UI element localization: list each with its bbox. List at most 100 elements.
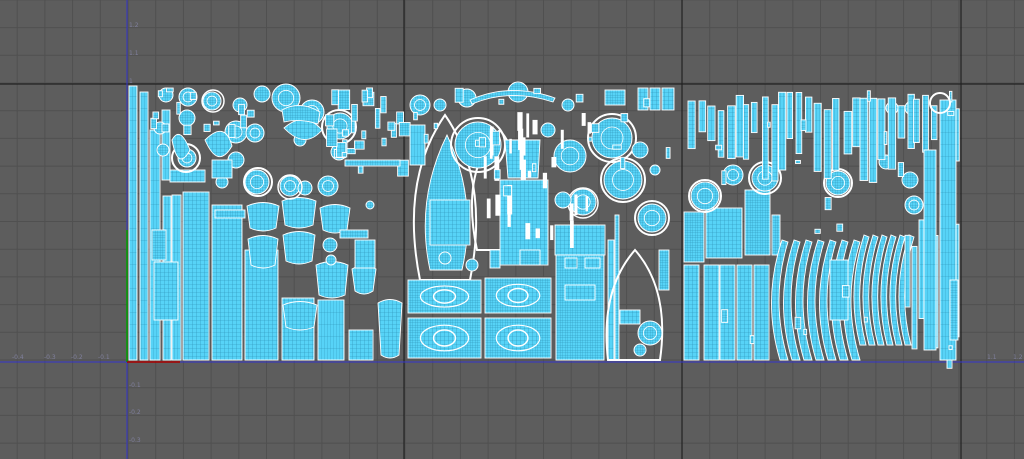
uv-shell[interactable] [203, 123, 211, 132]
uv-shell[interactable] [859, 97, 869, 181]
uv-shell[interactable] [531, 163, 537, 173]
uv-shell[interactable] [575, 93, 584, 103]
uv-shell[interactable] [744, 189, 771, 256]
uv-shell[interactable] [620, 156, 626, 170]
uv-shell[interactable] [503, 185, 512, 197]
uv-shell[interactable] [569, 203, 574, 221]
uv-shell[interactable] [658, 249, 670, 291]
uv-shell[interactable] [555, 254, 605, 361]
uv-shell[interactable] [753, 264, 770, 361]
uv-shell[interactable] [564, 257, 578, 269]
uv-shell[interactable] [721, 170, 727, 186]
uv-shell[interactable] [683, 264, 700, 361]
uv-shell[interactable] [527, 170, 532, 178]
uv-shell[interactable] [590, 123, 600, 133]
uv-shell[interactable] [345, 148, 356, 155]
uv-shell[interactable] [438, 251, 452, 265]
uv-shell[interactable] [574, 194, 578, 216]
uv-shell[interactable] [707, 105, 716, 142]
uv-shell[interactable] [533, 87, 541, 94]
uv-shell[interactable] [866, 90, 871, 102]
uv-shell-edge[interactable] [419, 285, 470, 308]
uv-shell[interactable] [762, 96, 769, 180]
uv-shell[interactable] [279, 175, 301, 197]
uv-shell[interactable] [947, 111, 955, 116]
uv-shell[interactable] [554, 224, 606, 256]
uv-shell[interactable] [491, 130, 500, 146]
uv-shell[interactable] [182, 191, 210, 361]
uv-shell[interactable] [690, 181, 720, 211]
uv-shell[interactable] [786, 91, 794, 140]
uv-shell[interactable] [240, 114, 247, 129]
uv-shell[interactable] [585, 196, 588, 212]
uv-shell[interactable] [824, 197, 832, 211]
uv-shell[interactable] [423, 133, 429, 144]
uv-shell[interactable] [322, 237, 338, 253]
uv-shell[interactable] [317, 175, 339, 197]
uv-shell[interactable] [381, 137, 387, 147]
uv-shell[interactable] [409, 124, 426, 166]
uv-shell[interactable] [813, 102, 822, 172]
uv-shell[interactable] [868, 97, 878, 183]
uv-shell[interactable] [911, 245, 918, 350]
uv-shell[interactable] [489, 249, 501, 269]
uv-shell[interactable] [897, 162, 905, 178]
uv-shell[interactable] [409, 94, 431, 116]
uv-shell[interactable] [542, 172, 548, 189]
uv-shell[interactable] [361, 89, 369, 103]
uv-shell[interactable] [814, 228, 821, 234]
uv-shell[interactable] [795, 159, 801, 164]
uv-shell[interactable] [213, 120, 220, 126]
uv-shell[interactable] [189, 91, 197, 100]
uv-shell[interactable] [128, 85, 138, 361]
uv-shell[interactable] [948, 345, 953, 350]
uv-shell[interactable] [509, 138, 512, 154]
uv-shell[interactable] [588, 136, 593, 142]
uv-shell[interactable] [614, 214, 620, 361]
uv-shell[interactable] [649, 164, 661, 176]
uv-shell[interactable] [214, 209, 246, 219]
uv-shell[interactable] [139, 91, 149, 361]
uv-shell[interactable] [319, 204, 351, 234]
uv-shell[interactable] [778, 91, 787, 171]
uv-shell[interactable] [715, 144, 723, 151]
uv-shell[interactable] [433, 98, 447, 112]
uv-shell[interactable] [687, 100, 696, 150]
uv-shell[interactable] [244, 169, 270, 195]
uv-shell[interactable] [842, 285, 850, 298]
uv-shell[interactable] [348, 329, 374, 361]
uv-shell[interactable] [211, 204, 243, 361]
uv-shell[interactable] [354, 239, 376, 269]
uv-shell[interactable] [161, 123, 170, 133]
uv-shell[interactable] [887, 97, 897, 170]
uv-shell[interactable] [387, 121, 396, 131]
uv-shell[interactable] [282, 301, 318, 331]
uv-shell[interactable] [498, 98, 505, 105]
uv-shell[interactable] [253, 85, 271, 103]
uv-shell[interactable] [228, 124, 236, 138]
uv-shell-edge[interactable] [495, 324, 541, 352]
uv-shell[interactable] [351, 103, 358, 122]
uv-shell[interactable] [561, 98, 575, 112]
uv-shell[interactable] [486, 198, 491, 219]
uv-shell[interactable] [535, 228, 540, 239]
uv-shell[interactable] [771, 104, 779, 182]
uv-shell[interactable] [553, 139, 587, 173]
uv-shell[interactable] [852, 97, 861, 148]
uv-shell[interactable] [620, 113, 629, 123]
uv-shell[interactable] [923, 149, 937, 351]
uv-shell[interactable] [564, 284, 596, 301]
uv-shell[interactable] [202, 91, 222, 111]
uv-shell[interactable] [483, 156, 487, 179]
uv-shell[interactable] [317, 299, 345, 361]
uv-shell[interactable] [883, 131, 888, 145]
uv-shell[interactable] [727, 105, 736, 160]
uv-shell[interactable] [836, 223, 844, 232]
uv-shell[interactable] [767, 121, 771, 128]
uv-shell[interactable] [519, 149, 524, 170]
uv-shell[interactable] [637, 320, 663, 346]
uv-shell[interactable] [247, 235, 279, 269]
uv-shell[interactable] [619, 309, 641, 325]
uv-shell[interactable] [901, 171, 919, 189]
uv-shell[interactable] [339, 229, 369, 239]
